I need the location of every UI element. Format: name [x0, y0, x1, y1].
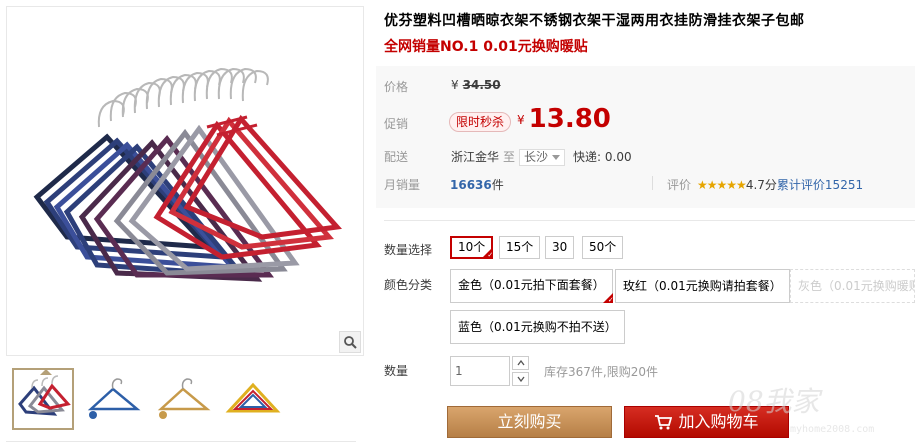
review-count-prefix: 累计评价 [776, 178, 825, 192]
selected-check-icon [602, 293, 614, 305]
watermark-url: myhome2008.com [790, 424, 875, 435]
add-to-cart-label: 加入购物车 [678, 412, 759, 431]
star-rating-icon: ★★★★★ [697, 178, 747, 192]
shipping-origin: 浙江金华 [451, 150, 500, 164]
quantity-label: 数量 [384, 364, 409, 378]
divider [652, 176, 653, 190]
rating-summary: 评价 ★★★★★4.7分累计评价15251 [667, 176, 863, 193]
thumbnail-1[interactable] [12, 368, 74, 430]
thumbnail-3[interactable] [152, 368, 214, 430]
chevron-down-icon [552, 155, 561, 160]
rating-score: 4.7分 [745, 178, 777, 192]
color-option-label: 金色（0.01元拍下面套餐） [458, 278, 605, 292]
color-option-rose[interactable]: 玫红（0.01元换购请拍套餐） [615, 269, 790, 303]
quantity-option-10[interactable]: 10个 [450, 236, 494, 260]
zoom-button[interactable] [339, 331, 361, 353]
color-option-gray: 灰色（0.01元换购暖贴） [790, 269, 915, 303]
shipping-label: 配送 [384, 150, 409, 164]
buy-now-button[interactable]: 立刻购买 [447, 406, 612, 438]
quantity-option-label: 50个 [589, 240, 617, 254]
section-divider [384, 220, 915, 221]
color-option-gold[interactable]: 金色（0.01元拍下面套餐） [450, 269, 614, 305]
cart-icon [655, 415, 673, 430]
buy-now-label: 立刻购买 [497, 412, 562, 431]
color-option-label: 灰色（0.01元换购暖贴） [798, 279, 914, 293]
quantity-increase-button[interactable] [512, 356, 529, 370]
color-option-label: 蓝色（0.01元换购不拍不送） [458, 320, 617, 334]
quantity-option-label: 30 [552, 240, 568, 254]
shipping-info: 浙江金华至长沙 快递: 0.00 [451, 148, 632, 166]
quantity-select-label: 数量选择 [384, 243, 433, 257]
original-price: ¥34.50 [451, 78, 501, 92]
chevron-down-icon [516, 376, 525, 382]
color-select-label: 颜色分类 [384, 278, 433, 292]
express-fee: 快递: 0.00 [573, 150, 632, 164]
product-main-image[interactable] [7, 7, 363, 355]
active-thumb-indicator [40, 369, 52, 375]
currency-symbol: ¥ [517, 113, 525, 127]
color-option-blue[interactable]: 蓝色（0.01元换购不拍不送） [450, 310, 625, 344]
product-subtitle: 全网销量NO.1 0.01元换购暖贴 [384, 39, 588, 55]
quantity-option-15[interactable]: 15个 [499, 236, 541, 259]
flash-sale-tag: 限时秒杀 [449, 112, 512, 132]
promo-price: ¥13.80 [517, 104, 611, 134]
color-option-label: 玫红（0.01元换购请拍套餐） [623, 279, 782, 293]
quantity-input[interactable] [450, 356, 510, 386]
selected-check-icon [482, 248, 493, 260]
thumbnail-4[interactable] [222, 368, 284, 430]
quantity-option-label: 15个 [506, 240, 534, 254]
quantity-option-label: 10个 [458, 240, 486, 254]
quantity-decrease-button[interactable] [512, 372, 529, 386]
original-price-value: 34.50 [462, 78, 501, 92]
destination-city-select[interactable]: 长沙 [519, 149, 566, 166]
product-gallery [6, 6, 364, 356]
rating-label: 评价 [667, 178, 692, 192]
price-label: 价格 [384, 80, 409, 94]
thumbnail-strip [6, 363, 364, 442]
monthly-sales-label: 月销量 [384, 178, 421, 192]
shipping-to-word: 至 [503, 150, 516, 164]
chevron-up-icon [516, 360, 525, 366]
review-count: 15251 [824, 178, 864, 192]
product-title: 优芬塑料凹槽晒晾衣架不锈钢衣架干湿两用衣挂防滑挂衣架子包邮 [384, 13, 805, 29]
destination-city: 长沙 [524, 150, 549, 164]
thumbnail-divider [6, 441, 356, 442]
promo-label: 促销 [384, 117, 409, 131]
promo-price-value: 13.80 [528, 104, 611, 134]
stock-info: 库存367件,限购20件 [544, 365, 658, 379]
add-to-cart-button[interactable]: 加入购物车 [624, 406, 789, 438]
monthly-sales: 16636件 [450, 176, 504, 193]
monthly-sales-count: 16636 [450, 178, 492, 192]
review-count-link[interactable]: 累计评价15251 [777, 178, 863, 192]
quantity-option-30[interactable]: 30 [545, 236, 575, 259]
magnifier-icon [344, 336, 357, 349]
currency-symbol: ¥ [451, 78, 459, 92]
quantity-option-50[interactable]: 50个 [582, 236, 624, 259]
thumbnail-2[interactable] [82, 368, 144, 430]
monthly-sales-unit: 件 [491, 178, 504, 192]
